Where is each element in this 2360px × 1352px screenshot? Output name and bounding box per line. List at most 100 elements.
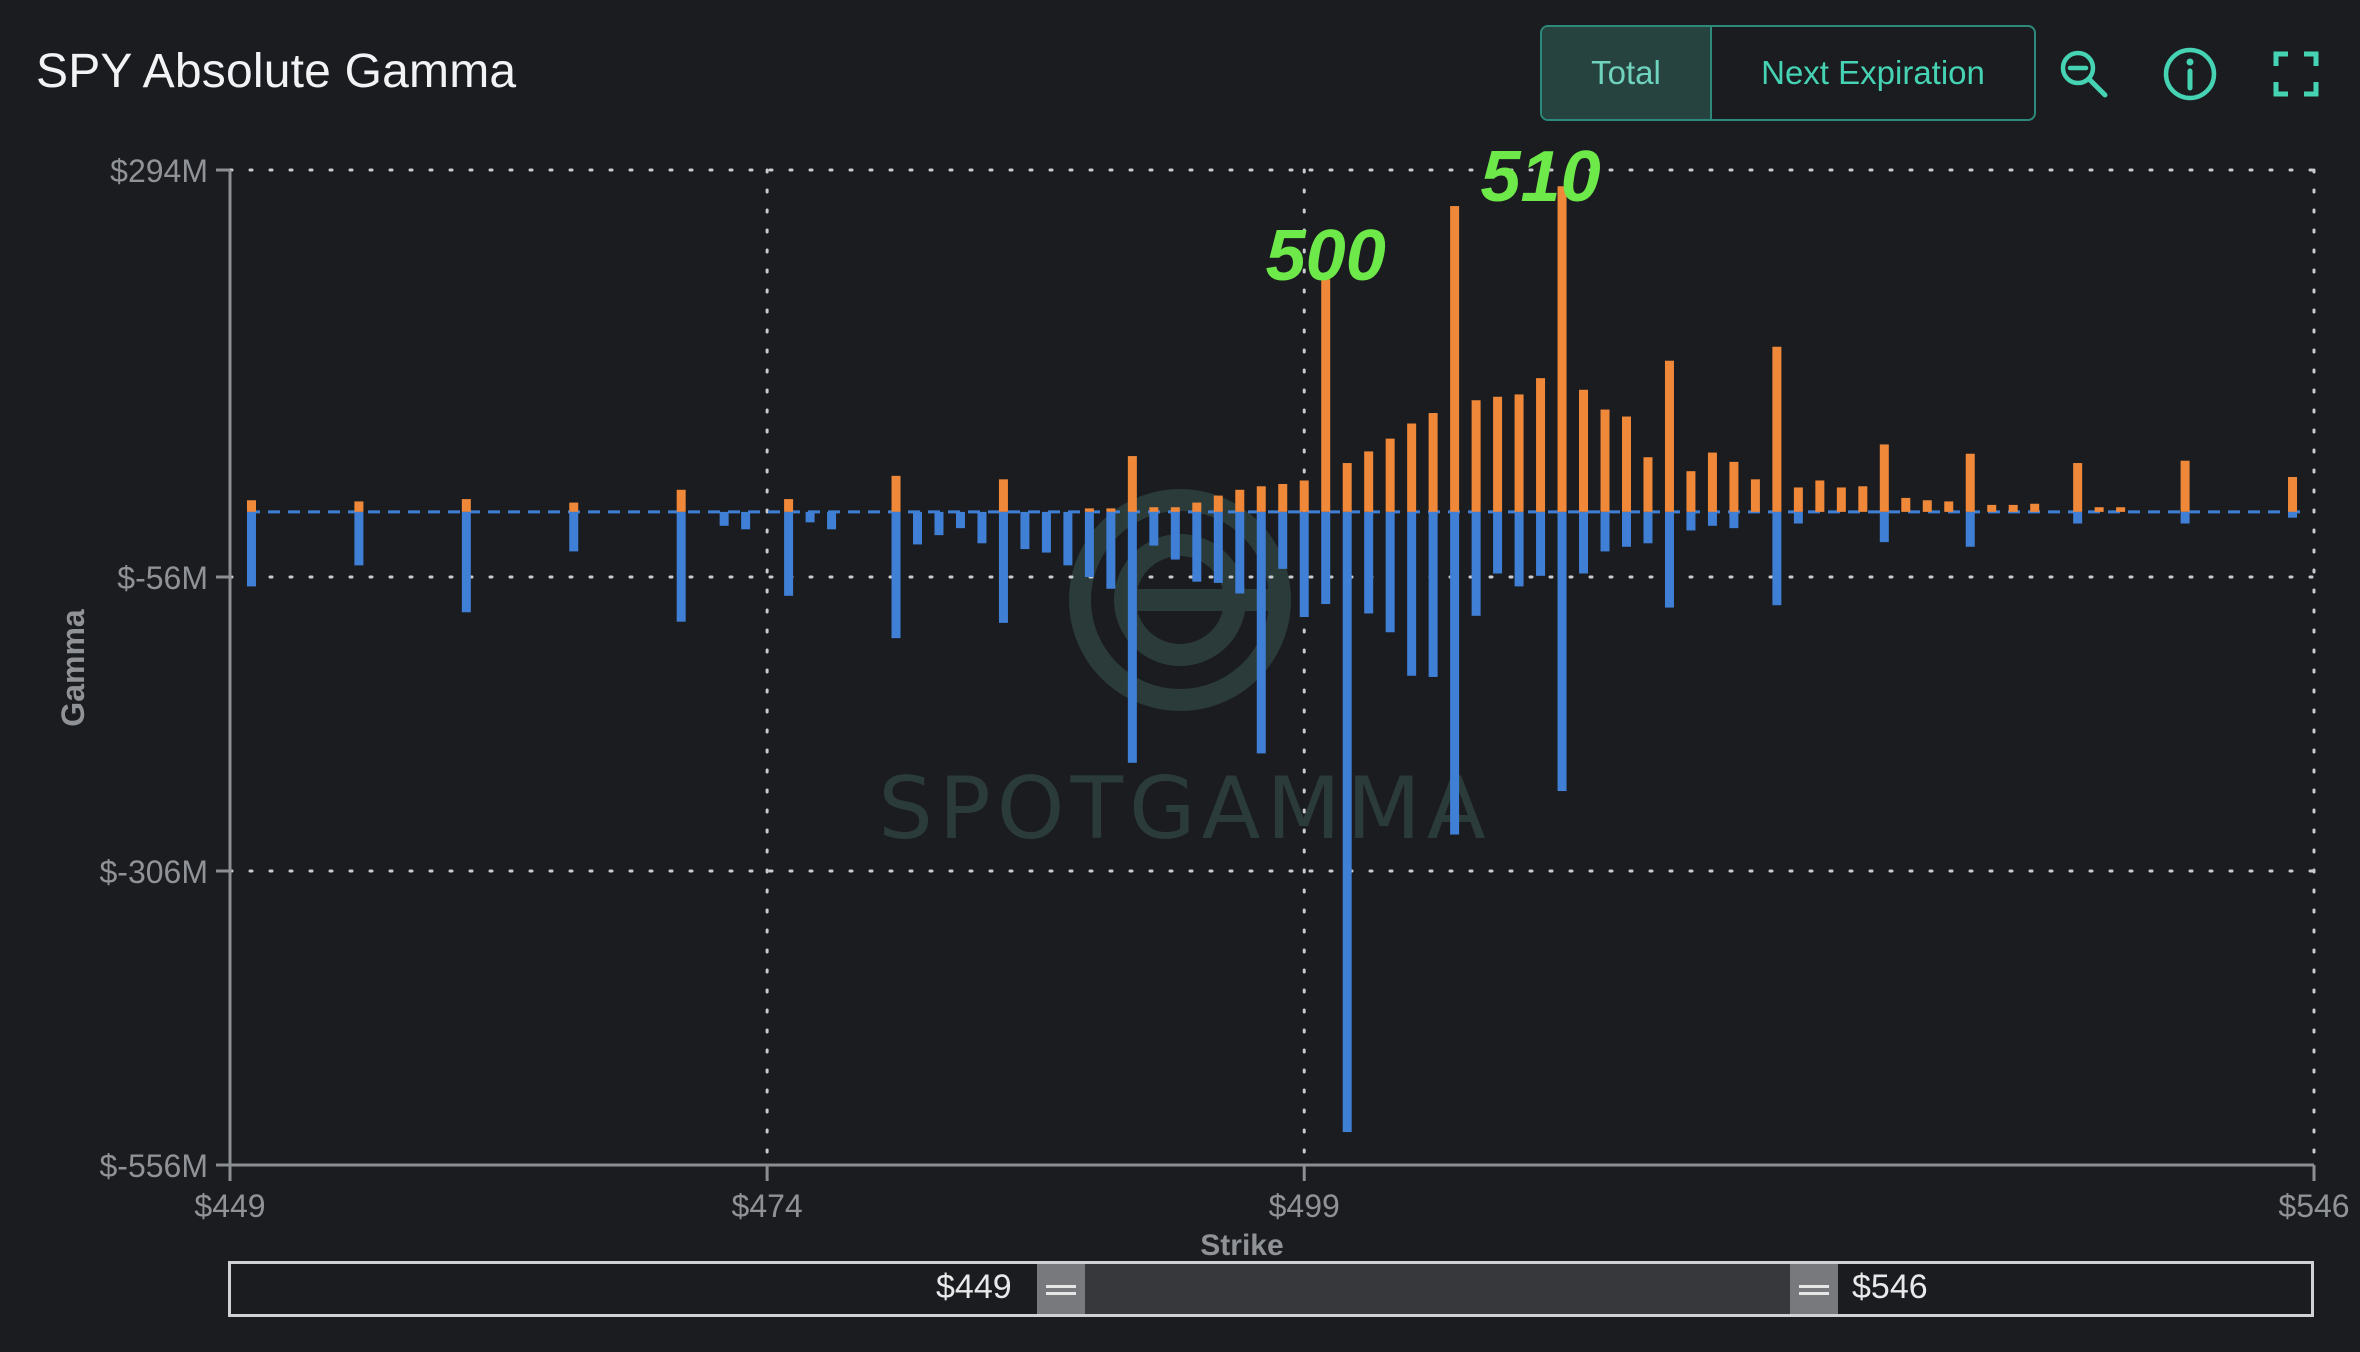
put-gamma-bar: [1407, 511, 1417, 676]
put-gamma-bar: [1965, 511, 1975, 547]
put-gamma-bar: [1686, 511, 1696, 531]
call-gamma-bar: [1364, 451, 1374, 512]
y-axis-title: Gamma: [55, 609, 91, 727]
put-gamma-bar: [461, 511, 471, 613]
put-gamma-bar: [2288, 511, 2298, 518]
put-gamma-bar: [1235, 511, 1245, 594]
put-gamma-bar: [2073, 511, 2083, 524]
x-tick-label: $546: [2278, 1188, 2349, 1224]
call-gamma-bar: [1235, 489, 1245, 512]
range-slider-left-handle[interactable]: [1037, 1264, 1085, 1314]
call-gamma-bar: [1450, 206, 1460, 512]
strike-annotation: 510: [1480, 137, 1600, 217]
put-gamma-bar: [1772, 511, 1782, 606]
call-gamma-bar: [2116, 507, 2126, 512]
call-gamma-bar: [1707, 452, 1717, 512]
put-gamma-bar: [977, 511, 987, 544]
x-tick-label: $474: [732, 1188, 803, 1224]
put-gamma-bar: [1707, 511, 1717, 526]
call-gamma-bar: [1170, 507, 1180, 512]
put-gamma-bar: [1428, 511, 1438, 677]
call-gamma-bar: [998, 479, 1008, 512]
put-gamma-bar: [1299, 511, 1309, 617]
call-gamma-bar: [1557, 186, 1567, 512]
call-gamma-bar: [1192, 502, 1202, 512]
call-gamma-bar: [2030, 503, 2040, 512]
call-gamma-bar: [1600, 409, 1610, 512]
call-gamma-bar: [2180, 460, 2190, 512]
put-gamma-bar: [1471, 511, 1481, 616]
put-gamma-bar: [1579, 511, 1589, 574]
put-gamma-bar: [1127, 511, 1137, 763]
y-tick-label: $-306M: [100, 854, 209, 890]
call-gamma-bar: [246, 500, 256, 512]
chart-bars: [246, 186, 2304, 1133]
call-gamma-bar: [1922, 500, 1932, 512]
call-gamma-bar: [1256, 486, 1266, 512]
call-gamma-bar: [2094, 507, 2104, 512]
call-gamma-bar: [1901, 497, 1911, 512]
call-gamma-bar: [1385, 438, 1395, 512]
put-gamma-bar: [1729, 511, 1739, 529]
call-gamma-bar: [1750, 479, 1760, 512]
call-gamma-bar: [676, 489, 686, 512]
call-gamma-bar: [1536, 378, 1546, 512]
gamma-chart: SPOTGAMMA $294M $-56M $-306M $-556M $449 $474…: [55, 137, 2350, 1262]
put-gamma-bar: [827, 511, 837, 530]
put-gamma-bar: [1321, 511, 1331, 605]
range-slider-selection[interactable]: [1085, 1264, 1790, 1314]
range-slider-right-handle[interactable]: [1790, 1264, 1838, 1314]
put-gamma-bar: [1192, 511, 1202, 582]
y-tick-label: $-556M: [100, 1148, 209, 1184]
call-gamma-bar: [1321, 279, 1331, 512]
put-gamma-bar: [1621, 511, 1631, 547]
call-gamma-bar: [1493, 396, 1503, 512]
put-gamma-bar: [246, 511, 256, 587]
call-gamma-bar: [1793, 487, 1803, 512]
put-gamma-bar: [955, 511, 965, 529]
put-gamma-bar: [354, 511, 364, 566]
call-gamma-bar: [784, 499, 794, 512]
y-tick-label: $294M: [110, 153, 208, 189]
put-gamma-bar: [569, 511, 579, 552]
call-gamma-bar: [354, 501, 364, 512]
put-gamma-bar: [1557, 511, 1567, 792]
put-gamma-bar: [1493, 511, 1503, 574]
call-gamma-bar: [1342, 463, 1352, 512]
range-min-label: $449: [936, 1268, 1012, 1306]
put-gamma-bar: [1793, 511, 1803, 524]
put-gamma-bar: [1084, 511, 1094, 577]
call-gamma-bar: [891, 475, 901, 512]
put-gamma-bar: [1170, 511, 1180, 560]
call-gamma-bar: [2288, 476, 2298, 512]
strike-annotation: 500: [1266, 216, 1386, 296]
put-gamma-bar: [1256, 511, 1266, 754]
call-gamma-bar: [1084, 508, 1094, 512]
put-gamma-bar: [2180, 511, 2190, 524]
put-gamma-bar: [998, 511, 1008, 623]
call-gamma-bar: [1127, 456, 1137, 512]
call-gamma-bar: [1987, 504, 1997, 512]
call-gamma-bar: [1621, 416, 1631, 512]
put-gamma-bar: [1600, 511, 1610, 552]
put-gamma-bar: [1063, 511, 1073, 566]
call-gamma-bar: [2073, 463, 2083, 512]
call-gamma-bar: [1514, 394, 1524, 512]
put-gamma-bar: [784, 511, 794, 596]
put-gamma-bar: [1385, 511, 1395, 633]
x-axis-title: Strike: [1200, 1229, 1283, 1262]
call-gamma-bar: [1772, 346, 1782, 512]
call-gamma-bar: [1471, 400, 1481, 512]
call-gamma-bar: [1836, 487, 1846, 512]
put-gamma-bar: [1106, 511, 1116, 589]
call-gamma-bar: [1815, 480, 1825, 512]
call-gamma-bar: [1106, 508, 1116, 512]
put-gamma-bar: [676, 511, 686, 622]
range-max-label: $546: [1852, 1268, 1928, 1306]
put-gamma-bar: [1020, 511, 1030, 550]
x-tick-label: $449: [194, 1188, 265, 1224]
call-gamma-bar: [461, 499, 471, 512]
put-gamma-bar: [891, 511, 901, 639]
y-tick-label: $-56M: [117, 560, 208, 596]
put-gamma-bar: [1149, 511, 1159, 546]
